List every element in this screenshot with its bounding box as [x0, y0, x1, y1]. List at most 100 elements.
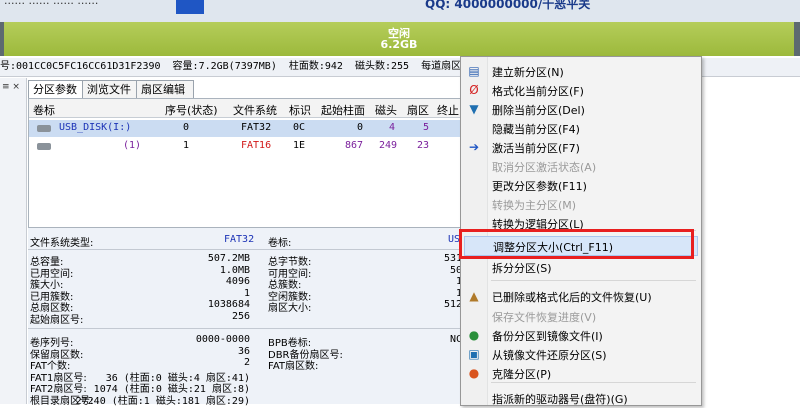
fs-type-label: 文件系统类型:	[30, 238, 94, 249]
row-seq: 1	[183, 140, 190, 151]
menu-item[interactable]: ▲ 已删除或格式化后的文件恢复(U)	[461, 286, 701, 306]
menu-item-label: 保存文件恢复进度(V)	[492, 311, 597, 324]
menu-item-label: 指派新的驱动器号(盘符)(G)	[492, 393, 628, 406]
drive-icon	[37, 125, 51, 132]
detail-value: 4096	[225, 276, 250, 287]
file-recovery-icon: ▲	[469, 289, 479, 303]
tab-sector-editor[interactable]: 扇区编辑	[136, 80, 194, 98]
menu-item[interactable]: ▣ 从镜像文件还原分区(S)	[461, 344, 701, 364]
menu-item-label: 删除当前分区(Del)	[492, 104, 585, 117]
menu-item[interactable]: ● 克隆分区(P)	[461, 363, 701, 383]
menu-item[interactable]: ▼ 删除当前分区(Del)	[461, 99, 701, 119]
detail-row: FAT1扇区号: 36 (柱面:0 磁头:4 扇区:41)	[28, 369, 468, 384]
row-head: 249	[379, 140, 398, 151]
row-label: (1)	[123, 140, 142, 151]
col-head[interactable]: 磁头	[375, 102, 397, 118]
menu-item[interactable]: 隐藏当前分区(F4)	[461, 118, 701, 138]
disk-tree-pane[interactable]: ≡ ×	[0, 78, 27, 404]
detail-value: 27240 (柱面:1 磁头:181 扇区:29)	[75, 395, 250, 407]
detail-label: 起始扇区号:	[30, 314, 84, 326]
menu-item-label: 隐藏当前分区(F4)	[492, 123, 580, 136]
volume-label-label: 卷标:	[268, 238, 292, 249]
col-sector[interactable]: 扇区	[407, 102, 429, 118]
disk-heads: 磁头数:255	[355, 61, 410, 72]
menu-item[interactable]: 更改分区参数(F11)	[461, 175, 701, 195]
row-label: USB_DISK(I:)	[59, 122, 132, 133]
row-id: 0C	[293, 122, 306, 133]
col-volume-label[interactable]: 卷标	[33, 102, 55, 118]
detail-row: 卷序列号: 0000-0000 BPB卷标: NC	[28, 334, 468, 349]
menu-item: 取消分区激活状态(A)	[461, 156, 701, 176]
row-fs: FAT16	[241, 140, 272, 151]
menu-item[interactable]: 指派新的驱动器号(盘符)(G)	[461, 388, 701, 408]
menu-separator	[491, 280, 696, 281]
divider	[28, 249, 468, 250]
activate-icon: ➔	[468, 140, 480, 154]
pane-controls[interactable]: ≡ ×	[2, 82, 20, 92]
fs-type-value: FAT32	[224, 234, 255, 245]
row-start-cyl: 0	[357, 122, 364, 133]
detail-row: 总扇区数: 1038684 扇区大小: 512	[28, 299, 468, 314]
detail-row: FAT2扇区号: 1074 (柱面:0 磁头:21 扇区:8)	[28, 380, 468, 395]
clone-icon: ●	[468, 366, 480, 380]
table-row[interactable]: USB_DISK(I:) 0 FAT32 0C 0 4 5	[29, 120, 469, 137]
detail-value: 1.0MB	[219, 264, 250, 276]
col-seq[interactable]: 序号(状态)	[165, 102, 218, 118]
detail-value: 36	[237, 345, 250, 357]
col-filesystem[interactable]: 文件系统	[233, 102, 277, 118]
tab-browse-files[interactable]: 浏览文件	[82, 80, 140, 98]
tab-partition-params[interactable]: 分区参数	[28, 80, 86, 98]
menu-item: 保存文件恢复进度(V)	[461, 306, 701, 326]
top-text-fragment: ...... ...... ...... ......	[4, 0, 99, 7]
menu-item[interactable]: ▤ 建立新分区(N)	[461, 61, 701, 81]
detail-value: 1038684	[207, 299, 250, 310]
menu-item[interactable]: ➔ 激活当前分区(F7)	[461, 137, 701, 157]
menu-item-label: 拆分分区(S)	[492, 262, 552, 275]
table-header: 卷标 序号(状态) 文件系统 标识 起始柱面 磁头 扇区 终止柱	[29, 99, 469, 133]
drive-icon	[37, 143, 51, 150]
detail-row: 根目录扇区号: 27240 (柱面:1 磁头:181 扇区:29)	[28, 392, 468, 407]
col-id[interactable]: 标识	[289, 102, 311, 118]
backup-icon: ●	[468, 328, 480, 342]
fs-type-row: 文件系统类型: FAT32 卷标: US	[28, 234, 468, 249]
menu-item-label: 从镜像文件还原分区(S)	[492, 349, 607, 362]
detail-value: 507.2MB	[207, 253, 250, 264]
row-head: 4	[389, 122, 396, 133]
menu-item-label: 建立新分区(N)	[492, 66, 564, 79]
menu-item-label: 已删除或格式化后的文件恢复(U)	[492, 291, 652, 304]
disk-map-bar: 空闲 6.2GB	[0, 22, 800, 56]
table-row[interactable]: (1) 1 FAT16 1E 867 249 23	[29, 138, 469, 155]
detail-value: 2	[243, 357, 250, 368]
detail-value: 1	[243, 287, 250, 299]
highlight-annotation-box	[459, 229, 694, 259]
detail-value: 256	[231, 310, 250, 322]
menu-item-label: 更改分区参数(F11)	[492, 180, 587, 193]
disk-capacity: 容量:7.2GB(7397MB)	[172, 61, 277, 72]
new-partition-icon: ▤	[468, 64, 480, 78]
restore-icon: ▣	[468, 347, 480, 361]
row-fs: FAT32	[241, 122, 272, 133]
row-id: 1E	[293, 140, 306, 151]
detail-row: 已用空间: 1.0MB 可用空间: 50	[28, 264, 468, 280]
partition-size: 6.2GB	[380, 38, 418, 51]
top-banner-fragment	[176, 0, 204, 14]
detail-row: 已用簇数: 1 空闲簇数: 1	[28, 287, 468, 303]
top-qq-fragment: QQ: 4000000000/千恶平关	[425, 0, 591, 11]
menu-item[interactable]: Ø 格式化当前分区(F)	[461, 80, 701, 100]
top-strip: ...... ...... ...... ...... QQ: 40000000…	[0, 0, 800, 22]
menu-item-label: 转换为主分区(M)	[492, 199, 577, 212]
menu-item-label: 克隆分区(P)	[492, 368, 552, 381]
detail-row: 起始扇区号: 256	[28, 310, 468, 326]
row-seq: 0	[183, 122, 190, 133]
detail-row: 保留扇区数: 36 DBR备份扇区号:	[28, 345, 468, 361]
free-partition-block[interactable]: 空闲 6.2GB	[4, 22, 794, 56]
menu-item: 转换为主分区(M)	[461, 194, 701, 214]
menu-item[interactable]: ● 备份分区到镜像文件(I)	[461, 325, 701, 345]
detail-row: FAT个数: 2 FAT扇区数:	[28, 357, 468, 372]
col-start-cylinder[interactable]: 起始柱面	[321, 102, 365, 118]
partition-details: 文件系统类型: FAT32 卷标: US 总容量: 507.2MB 总字节数: 531…	[28, 228, 468, 407]
row-start-cyl: 867	[345, 140, 364, 151]
detail-row: 总容量: 507.2MB 总字节数: 531	[28, 253, 468, 268]
menu-item[interactable]: 拆分分区(S)	[461, 257, 701, 277]
disk-serial: 号:001CC0C5FC16CC61D31F2390	[0, 61, 161, 72]
